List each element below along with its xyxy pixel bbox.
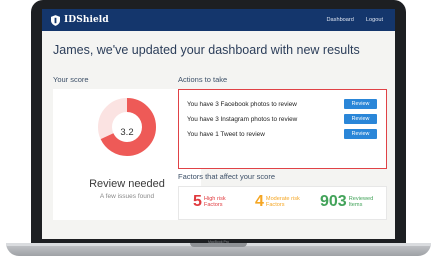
nav-dashboard-link[interactable]: Dashboard xyxy=(327,17,354,23)
app-logo[interactable]: IDShield xyxy=(51,14,109,26)
laptop-mockup: MacBook Pro IDShield Dashboard Logout Ja… xyxy=(0,0,437,263)
factor-label: Reviewed Items xyxy=(348,196,374,208)
factor-label: High risk Factors xyxy=(203,196,226,208)
factor-count: 903 xyxy=(320,193,347,210)
score-value: 3.2 xyxy=(120,127,134,138)
factor-label: Moderate risk Factors xyxy=(265,196,300,208)
page-title: James, we've updated your dashboard with… xyxy=(53,43,360,57)
device-caption: MacBook Pro xyxy=(207,240,229,244)
nav-logout-link[interactable]: Logout xyxy=(366,17,383,23)
score-section-label: Your score xyxy=(53,75,89,84)
app-screen: IDShield Dashboard Logout James, we've u… xyxy=(42,9,395,239)
action-text: You have 1 Tweet to review xyxy=(187,130,265,138)
moderate-risk-factor[interactable]: 4 Moderate risk Factors xyxy=(255,194,300,210)
action-text: You have 3 Instagram photos to review xyxy=(187,115,298,123)
app-name: IDShield xyxy=(64,15,109,25)
reviewed-items-factor[interactable]: 903 Reviewed Items xyxy=(320,194,373,210)
factors-section-label: Factors that affect your score xyxy=(178,172,275,181)
factors-panel: 5 High risk Factors 4 Moderate risk Factor… xyxy=(178,186,387,220)
action-item: You have 3 Facebook photos to review Rev… xyxy=(187,99,383,109)
action-text: You have 3 Facebook photos to review xyxy=(187,100,297,108)
factor-count: 5 xyxy=(193,193,202,210)
top-navigation-bar: IDShield Dashboard Logout xyxy=(42,9,395,31)
review-facebook-button[interactable]: Review xyxy=(344,99,377,109)
actions-section-label: Actions to take xyxy=(178,75,228,84)
header-nav: Dashboard Logout xyxy=(327,17,383,23)
shield-icon xyxy=(51,14,60,26)
action-item: You have 3 Instagram photos to review Re… xyxy=(187,114,383,124)
high-risk-factor[interactable]: 5 High risk Factors xyxy=(193,194,226,210)
actions-panel: You have 3 Facebook photos to review Rev… xyxy=(178,89,387,169)
action-item: You have 1 Tweet to review Review xyxy=(187,129,383,139)
review-instagram-button[interactable]: Review xyxy=(344,114,377,124)
factor-count: 4 xyxy=(255,193,264,210)
review-tweet-button[interactable]: Review xyxy=(344,129,377,139)
